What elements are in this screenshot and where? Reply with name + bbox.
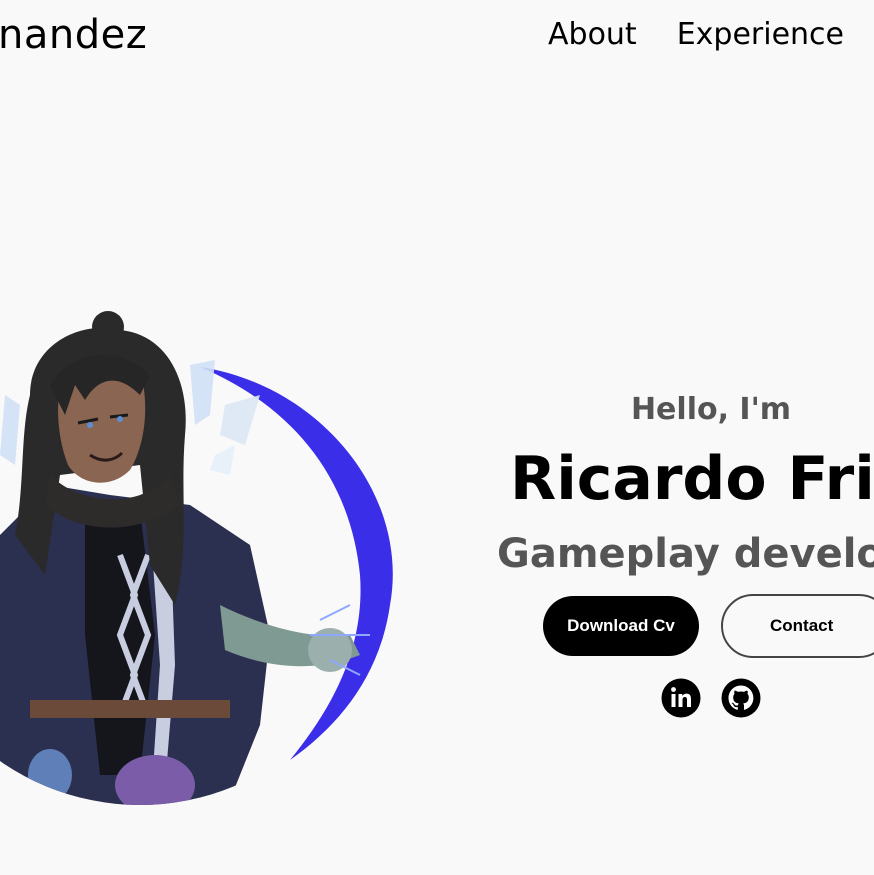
hero-role: Gameplay develop xyxy=(497,531,874,577)
nav-link-about[interactable]: About xyxy=(548,14,637,56)
hero-greeting: Hello, I'm xyxy=(630,392,792,427)
download-cv-button[interactable]: Download Cv xyxy=(543,596,699,656)
nav-link-experience[interactable]: Experience xyxy=(677,14,844,56)
site-logo[interactable]: nandez xyxy=(0,10,147,60)
github-icon[interactable] xyxy=(721,678,761,718)
hero-name: Ricardo Fria xyxy=(510,444,874,514)
contact-button[interactable]: Contact xyxy=(721,594,874,658)
profile-picture xyxy=(0,305,400,805)
linkedin-icon[interactable] xyxy=(661,678,701,718)
main-nav: About Experience xyxy=(548,14,844,56)
portfolio-page: nandez About Experience Hello, I'm Ricar… xyxy=(0,0,874,875)
